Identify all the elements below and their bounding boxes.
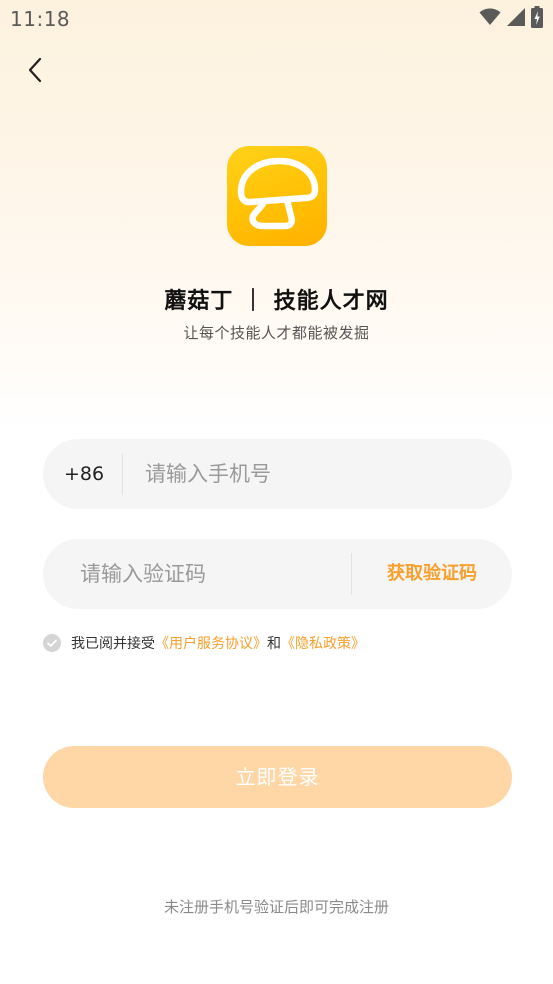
app-title: 蘑菇丁 ｜ 技能人才网 [164,289,389,314]
app-slogan: 让每个技能人才都能被发掘 [183,324,370,342]
status-time: 11:18 [10,7,71,31]
status-icons [479,6,543,32]
login-button[interactable]: 立即登录 [43,746,512,808]
agreement-row: 我已阅并接受 《用户服务协议》 和 《隐私政策》 [43,632,365,654]
phone-input[interactable] [145,439,485,509]
battery-charging-icon [531,6,543,32]
mushroom-icon [237,157,319,230]
verification-code-field: 获取验证码 [43,539,512,609]
divider [122,453,123,495]
phone-field: +86 [43,439,512,509]
app-logo [227,146,327,246]
agreement-prefix: 我已阅并接受 [71,636,155,652]
back-button[interactable] [22,55,52,85]
wifi-icon [479,8,501,30]
agreement-conjunction: 和 [267,636,281,652]
signal-icon [507,8,525,30]
privacy-link[interactable]: 《隐私政策》 [281,633,365,653]
terms-link[interactable]: 《用户服务协议》 [155,633,267,653]
footer-note: 未注册手机号验证后即可完成注册 [163,898,389,916]
check-circle-icon [43,634,61,652]
get-code-button[interactable]: 获取验证码 [352,539,512,609]
agreement-checkbox[interactable] [43,634,61,652]
chevron-left-icon [28,57,42,83]
country-code-selector[interactable]: +86 [64,439,104,509]
status-bar: 11:18 [0,0,553,38]
verification-code-input[interactable] [80,539,340,609]
